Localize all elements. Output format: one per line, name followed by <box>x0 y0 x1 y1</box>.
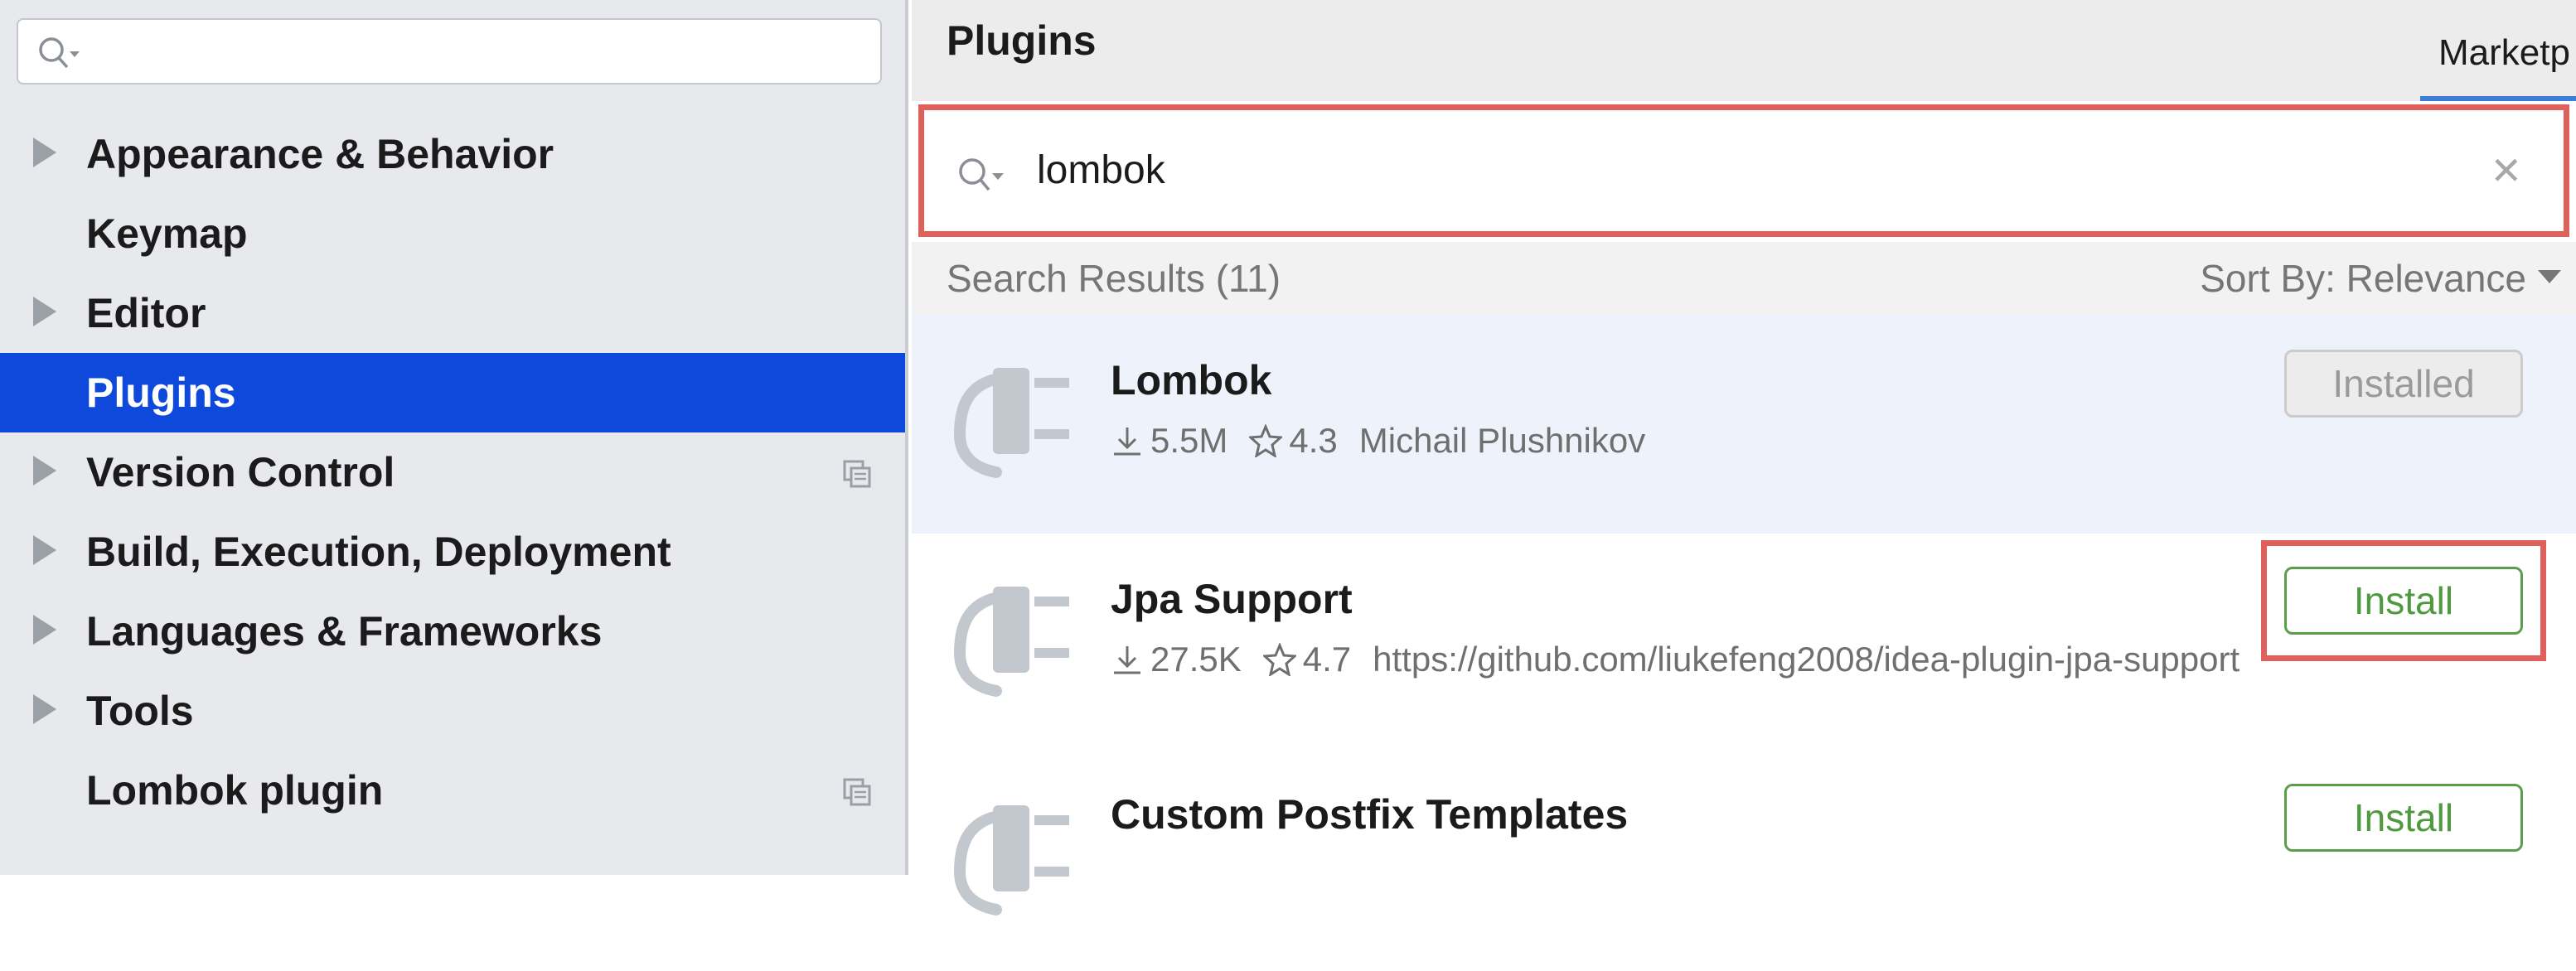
project-level-icon <box>843 460 871 488</box>
settings-search-input[interactable] <box>17 18 882 85</box>
expand-arrow-icon[interactable] <box>33 297 56 326</box>
rating-stat: 4.7 <box>1262 640 1352 679</box>
page-title: Plugins <box>947 17 1097 64</box>
downloads-count: 27.5K <box>1150 640 1242 679</box>
sidebar-item-keymap[interactable]: Keymap <box>0 194 905 273</box>
plugin-icon <box>953 805 1069 915</box>
results-count: Search Results (11) <box>947 257 1281 300</box>
search-icon <box>959 158 1004 191</box>
expand-arrow-icon[interactable] <box>33 535 56 565</box>
downloads-count: 5.5M <box>1150 421 1228 460</box>
star-icon <box>1262 643 1296 676</box>
plugin-icon <box>953 368 1069 478</box>
rating-stat: 4.3 <box>1249 421 1338 461</box>
sidebar-item-tools[interactable]: Tools <box>0 671 905 751</box>
tab-selected-indicator <box>2420 96 2576 101</box>
sidebar-item-label: Version Control <box>86 449 395 495</box>
results-bar: Search Results (11) Sort By: Relevance <box>912 242 2576 315</box>
plugins-header: Plugins Marketp <box>912 0 2576 101</box>
expand-arrow-icon[interactable] <box>33 615 56 645</box>
sidebar-item-label: Build, Execution, Deployment <box>86 529 671 575</box>
plugin-search-input[interactable]: lombok ✕ <box>918 104 2569 237</box>
plugin-meta: 27.5K 4.7 https://github.com/liukefeng20… <box>1111 640 2239 679</box>
downloads-stat: 5.5M <box>1111 421 1227 461</box>
sidebar-item-label: Languages & Frameworks <box>86 608 603 655</box>
rating-value: 4.3 <box>1289 421 1338 460</box>
plugin-meta: 5.5M 4.3 Michail Plushnikov <box>1111 421 1645 461</box>
plugin-row[interactable]: Lombok 5.5M 4.3 Michail Plushnikov Insta… <box>912 315 2576 534</box>
installed-button[interactable]: Installed <box>2284 350 2523 418</box>
downloads-stat: 27.5K <box>1111 640 1242 679</box>
plugin-row[interactable]: Custom Postfix Templates Install <box>912 752 2576 971</box>
tab-marketplace[interactable]: Marketp <box>2420 0 2576 101</box>
star-icon <box>1249 424 1283 457</box>
tab-label: Marketp <box>2438 32 2570 73</box>
sidebar-item-label: Appearance & Behavior <box>86 131 554 177</box>
sidebar-item-lombok-plugin[interactable]: Lombok plugin <box>0 751 905 830</box>
plugin-vendor: https://github.com/liukefeng2008/idea-pl… <box>1373 640 2240 679</box>
search-icon <box>39 37 80 69</box>
plugins-panel: Plugins Marketp lombok ✕ Search Results … <box>912 0 2576 971</box>
plugin-name[interactable]: Lombok <box>1111 356 1271 404</box>
project-level-icon <box>843 778 871 806</box>
install-button[interactable]: Install <box>2284 784 2523 852</box>
sidebar-item-label: Keymap <box>86 210 248 257</box>
sidebar-item-build-execution-deployment[interactable]: Build, Execution, Deployment <box>0 512 905 592</box>
expand-arrow-icon[interactable] <box>33 694 56 724</box>
plugin-vendor: Michail Plushnikov <box>1358 421 1646 460</box>
sidebar-item-label: Lombok plugin <box>86 767 384 814</box>
sidebar-item-plugins[interactable]: Plugins <box>0 353 905 432</box>
plugin-name[interactable]: Jpa Support <box>1111 575 1353 623</box>
close-icon[interactable]: ✕ <box>2490 148 2522 193</box>
sort-dropdown[interactable]: Sort By: Relevance <box>2200 242 2526 315</box>
sidebar-item-version-control[interactable]: Version Control <box>0 432 905 512</box>
download-icon <box>1114 646 1140 674</box>
sidebar-item-label: Editor <box>86 290 206 336</box>
settings-sidebar: Appearance & Behavior Keymap Editor Plug… <box>0 0 908 875</box>
search-input-value[interactable]: lombok <box>1037 110 1165 231</box>
sidebar-item-languages-frameworks[interactable]: Languages & Frameworks <box>0 592 905 671</box>
sidebar-item-appearance-behavior[interactable]: Appearance & Behavior <box>0 114 905 194</box>
plugin-icon <box>953 587 1069 697</box>
sidebar-item-label: Plugins <box>86 370 236 416</box>
plugin-name[interactable]: Custom Postfix Templates <box>1111 790 1628 838</box>
sidebar-item-editor[interactable]: Editor <box>0 273 905 353</box>
expand-arrow-icon[interactable] <box>33 138 56 167</box>
sidebar-item-label: Tools <box>86 688 194 734</box>
expand-arrow-icon[interactable] <box>33 456 56 485</box>
install-button-highlight <box>2261 540 2546 661</box>
download-icon <box>1114 428 1140 456</box>
rating-value: 4.7 <box>1302 640 1352 679</box>
chevron-down-icon[interactable] <box>2538 270 2561 283</box>
